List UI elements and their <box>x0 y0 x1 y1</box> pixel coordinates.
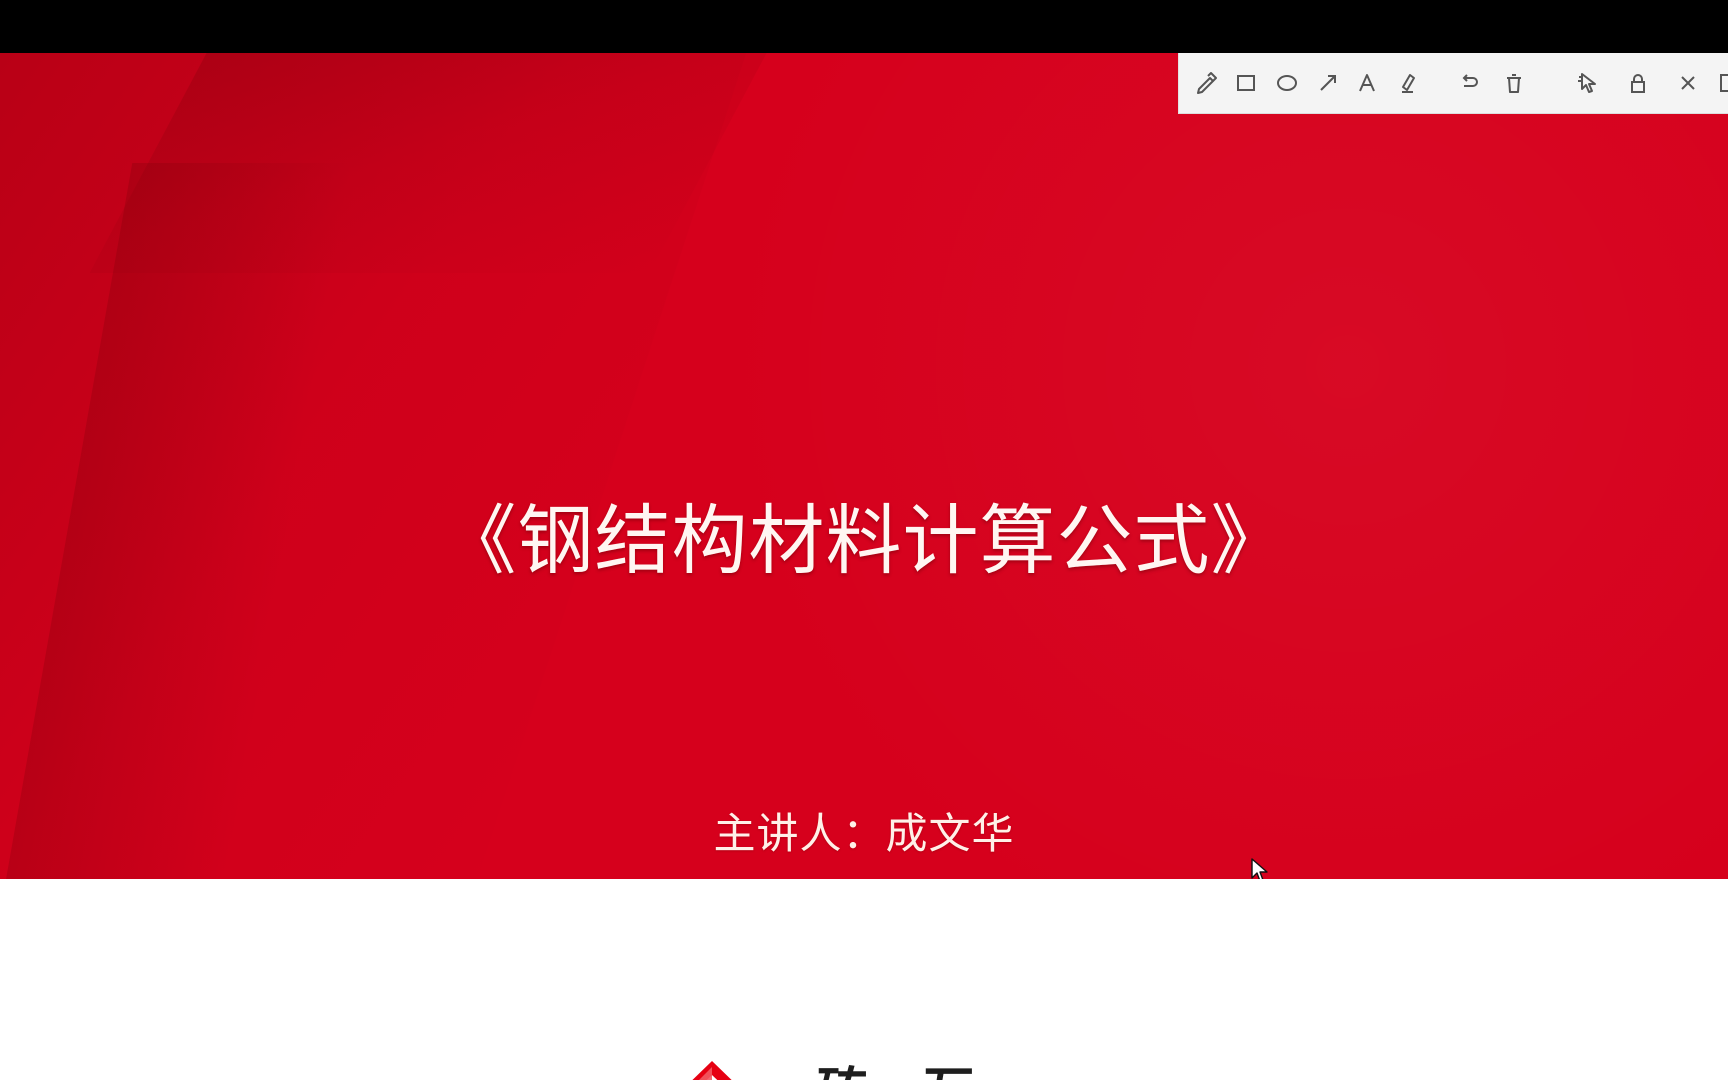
lock-toggle-button[interactable] <box>1622 67 1654 99</box>
top-black-bar <box>0 0 1728 53</box>
screen-viewport: 《钢结构材料计算公式》 主讲人：成文华 一砖一瓦 <box>0 0 1728 1080</box>
presentation-slide: 《钢结构材料计算公式》 主讲人：成文华 一砖一瓦 <box>0 53 1728 1080</box>
trash-icon <box>1507 74 1521 93</box>
pointer-tool-button[interactable] <box>1571 67 1603 99</box>
brand-name: 一砖一瓦 <box>764 1067 976 1080</box>
presenter-line: 主讲人：成文华 <box>713 809 1015 858</box>
rectangle-tool-button[interactable] <box>1230 67 1262 99</box>
toolbar-edge-button[interactable] <box>1709 67 1728 99</box>
brand-logo-group: 一砖一瓦 <box>672 1058 1028 1080</box>
mouse-pointer-icon <box>1251 858 1268 879</box>
pointer-icon <box>1578 73 1596 93</box>
background-light-glow <box>0 53 1728 879</box>
slide-red-background: 《钢结构材料计算公式》 主讲人：成文华 <box>0 53 1728 879</box>
annotation-toolbar <box>1178 53 1728 114</box>
close-toolbar-button[interactable] <box>1672 67 1704 99</box>
marker-tool-button[interactable] <box>1391 67 1423 99</box>
rectangle-icon <box>1237 75 1255 91</box>
clear-button[interactable] <box>1498 67 1530 99</box>
arrow-icon <box>1320 75 1336 91</box>
pen-icon <box>1197 72 1217 94</box>
ellipse-icon <box>1277 75 1297 91</box>
text-icon <box>1359 74 1375 92</box>
close-icon <box>1681 76 1695 90</box>
undo-icon <box>1462 74 1478 87</box>
ellipse-tool-button[interactable] <box>1271 67 1303 99</box>
lock-icon <box>1631 74 1645 93</box>
pen-tool-button[interactable] <box>1190 67 1222 99</box>
brand-logo-icon <box>692 1061 732 1080</box>
arrow-tool-button[interactable] <box>1312 67 1344 99</box>
text-tool-button[interactable] <box>1351 67 1383 99</box>
undo-button[interactable] <box>1453 67 1485 99</box>
marker-icon <box>1402 74 1415 93</box>
slide-title: 《钢结构材料计算公式》 <box>440 496 1288 585</box>
toolbar-edge-icon <box>1720 74 1728 92</box>
